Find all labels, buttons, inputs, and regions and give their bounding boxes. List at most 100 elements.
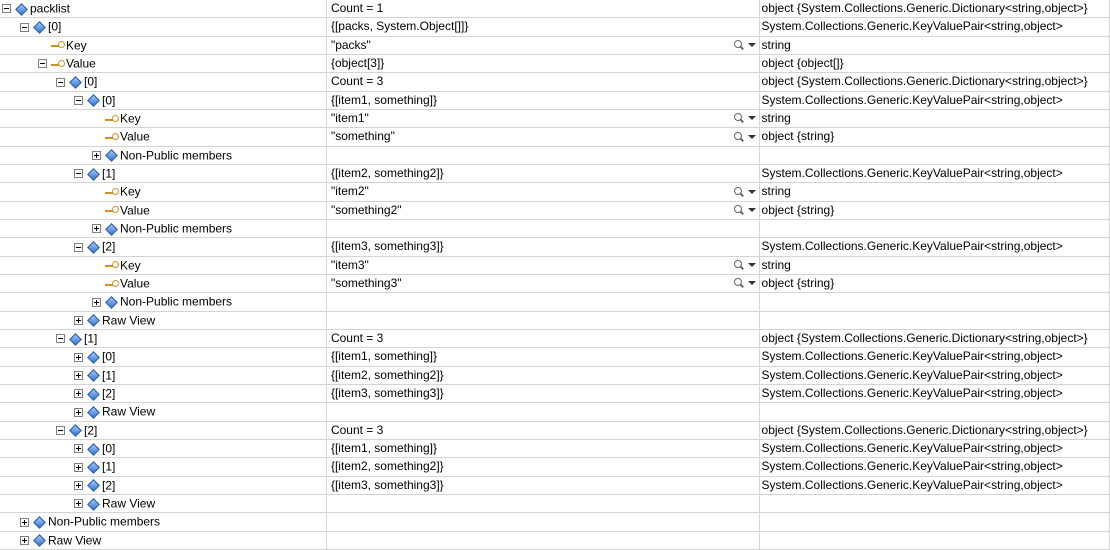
table-row[interactable]: [2]{[item3, something3]}System.Collectio… [0,238,1110,256]
expand-icon[interactable] [92,151,101,160]
expand-icon[interactable] [74,353,83,362]
expand-icon[interactable] [74,316,83,325]
table-row[interactable]: [1]Count = 3object {System.Collections.G… [0,329,1110,347]
value-cell[interactable]: {[item2, something2]} [326,366,759,384]
name-cell[interactable]: Key [0,183,326,201]
value-cell[interactable] [326,311,759,329]
table-row[interactable]: packlistCount = 1object {System.Collecti… [0,0,1110,18]
chevron-down-icon[interactable] [747,259,757,271]
name-cell[interactable]: [1] [0,458,326,476]
collapse-icon[interactable] [56,78,65,87]
chevron-down-icon[interactable] [747,131,757,143]
table-row[interactable]: Non-Public members [0,146,1110,164]
name-cell[interactable]: [0] [0,18,326,36]
name-cell[interactable]: [2] [0,384,326,402]
value-cell[interactable]: "something2" [326,201,759,219]
name-cell[interactable]: Non-Public members [0,219,326,237]
value-cell[interactable]: Count = 3 [326,73,759,91]
table-row[interactable]: Value"something"object {string} [0,128,1110,146]
value-cell[interactable]: Count = 1 [326,0,759,18]
name-cell[interactable]: Non-Public members [0,513,326,531]
name-cell[interactable]: Raw View [0,531,326,549]
magnifier-icon[interactable] [733,186,745,198]
collapse-icon[interactable] [2,4,11,13]
collapse-icon[interactable] [74,96,83,105]
collapse-icon[interactable] [56,334,65,343]
name-cell[interactable]: [1] [0,329,326,347]
name-cell[interactable]: [2] [0,238,326,256]
name-cell[interactable]: Key [0,109,326,127]
value-cell[interactable]: "something" [326,128,759,146]
table-row[interactable]: [0]{[packs, System.Object[]]}System.Coll… [0,18,1110,36]
value-cell[interactable]: {[item1, something]} [326,439,759,457]
value-cell[interactable]: "something3" [326,274,759,292]
value-cell[interactable] [326,293,759,311]
expand-icon[interactable] [20,518,29,527]
value-cell[interactable]: {[packs, System.Object[]]} [326,18,759,36]
table-row[interactable]: Value"something3"object {string} [0,274,1110,292]
table-row[interactable]: [2]{[item3, something3]}System.Collectio… [0,384,1110,402]
name-cell[interactable]: Key [0,256,326,274]
table-row[interactable]: Raw View [0,403,1110,421]
magnifier-icon[interactable] [733,277,745,289]
collapse-icon[interactable] [74,243,83,252]
table-row[interactable]: [1]{[item2, something2]}System.Collectio… [0,366,1110,384]
value-cell[interactable] [326,513,759,531]
expand-icon[interactable] [74,408,83,417]
name-cell[interactable]: Non-Public members [0,293,326,311]
name-cell[interactable]: [0] [0,348,326,366]
name-cell[interactable]: Raw View [0,403,326,421]
table-row[interactable]: Non-Public members [0,513,1110,531]
table-row[interactable]: Key"packs"string [0,36,1110,54]
value-cell[interactable] [326,403,759,421]
name-cell[interactable]: [0] [0,439,326,457]
table-row[interactable]: Value{object[3]}object {object[]} [0,54,1110,72]
value-cell[interactable]: "packs" [326,36,759,54]
name-cell[interactable]: [2] [0,476,326,494]
table-row[interactable]: Raw View [0,494,1110,512]
name-cell[interactable]: packlist [0,0,326,18]
name-cell[interactable]: Key [0,36,326,54]
value-cell[interactable]: {[item2, something2]} [326,458,759,476]
expand-icon[interactable] [74,481,83,490]
name-cell[interactable]: [0] [0,73,326,91]
value-cell[interactable] [326,494,759,512]
chevron-down-icon[interactable] [747,277,757,289]
chevron-down-icon[interactable] [747,186,757,198]
table-row[interactable]: [2]{[item3, something3]}System.Collectio… [0,476,1110,494]
value-cell[interactable] [326,146,759,164]
table-row[interactable]: Key"item1"string [0,109,1110,127]
value-cell[interactable]: {object[3]} [326,54,759,72]
value-cell[interactable]: "item2" [326,183,759,201]
value-cell[interactable]: {[item2, something2]} [326,164,759,182]
collapse-icon[interactable] [74,169,83,178]
expand-icon[interactable] [74,499,83,508]
expand-icon[interactable] [92,224,101,233]
table-row[interactable]: [0]Count = 3object {System.Collections.G… [0,73,1110,91]
table-row[interactable]: Key"item3"string [0,256,1110,274]
expand-icon[interactable] [92,298,101,307]
magnifier-icon[interactable] [733,204,745,216]
expand-icon[interactable] [74,389,83,398]
expand-icon[interactable] [74,463,83,472]
value-cell[interactable] [326,531,759,549]
table-row[interactable]: Non-Public members [0,219,1110,237]
name-cell[interactable]: Value [0,128,326,146]
value-cell[interactable]: Count = 3 [326,421,759,439]
table-row[interactable]: Key"item2"string [0,183,1110,201]
value-cell[interactable]: {[item3, something3]} [326,238,759,256]
value-cell[interactable]: {[item1, something]} [326,91,759,109]
chevron-down-icon[interactable] [747,204,757,216]
value-cell[interactable] [326,219,759,237]
table-row[interactable]: [1]{[item2, something2]}System.Collectio… [0,164,1110,182]
value-cell[interactable]: {[item1, something]} [326,348,759,366]
name-cell[interactable]: Value [0,274,326,292]
name-cell[interactable]: Value [0,54,326,72]
expand-icon[interactable] [20,536,29,545]
name-cell[interactable]: Raw View [0,311,326,329]
table-row[interactable]: Value"something2"object {string} [0,201,1110,219]
name-cell[interactable]: [0] [0,91,326,109]
magnifier-icon[interactable] [733,39,745,51]
value-cell[interactable]: Count = 3 [326,329,759,347]
chevron-down-icon[interactable] [747,112,757,124]
